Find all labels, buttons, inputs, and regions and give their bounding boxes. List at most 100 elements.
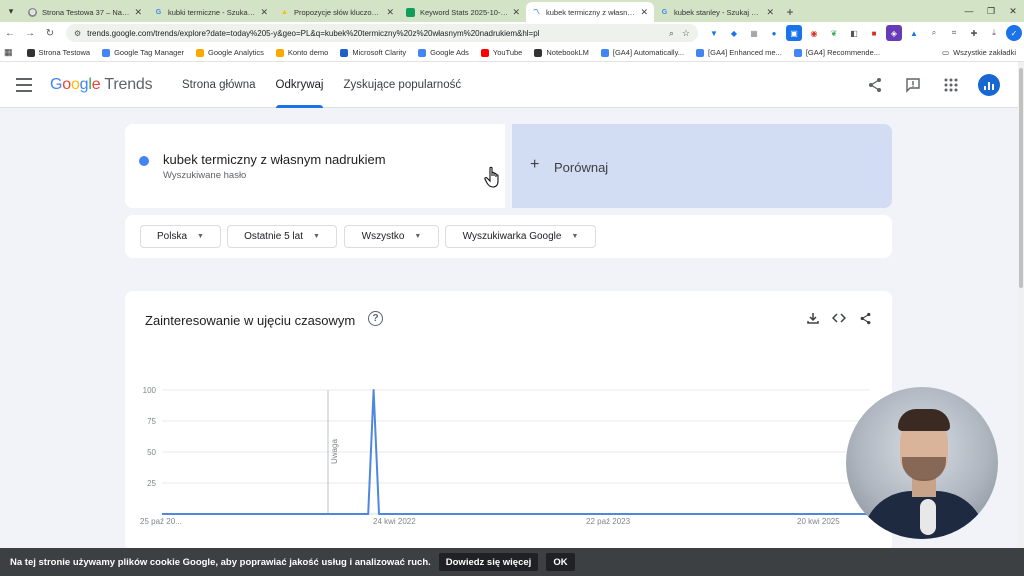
google-icon xyxy=(793,48,802,57)
close-tab-icon[interactable]: ✕ xyxy=(766,7,774,18)
google-icon xyxy=(600,48,609,57)
ok-button[interactable]: OK xyxy=(546,553,575,571)
apps-grid-icon[interactable] xyxy=(940,74,962,96)
caret-down-icon: ▼ xyxy=(414,233,422,240)
close-tab-icon[interactable]: ✕ xyxy=(640,7,648,18)
bookmark-item[interactable]: [GA4] Enhanced me... xyxy=(696,48,782,57)
microphone-icon xyxy=(920,499,936,535)
google-trends-logo[interactable]: Google Trends xyxy=(50,76,153,94)
purple-extension-icon[interactable]: ◈ xyxy=(886,25,902,41)
browser-tab-strip: ▾ ◍ Strona Testowa 37 – Na tej stro ✕ G … xyxy=(0,0,1024,22)
drop-extension-icon[interactable]: ● xyxy=(766,25,782,41)
reload-icon[interactable]: ↻ xyxy=(40,23,60,43)
browser-tab[interactable]: ◍ Strona Testowa 37 – Na tej stro ✕ xyxy=(22,2,148,22)
search-term-card[interactable]: kubek termiczny z własnym nadrukiem Wysz… xyxy=(125,124,505,208)
crop-extension-icon[interactable]: ⌗ xyxy=(946,25,962,41)
camera-extension-icon[interactable]: ◧ xyxy=(846,25,862,41)
x-tick-label: 24 kwi 2022 xyxy=(373,517,416,526)
bookmark-item[interactable]: [GA4] Automatically... xyxy=(600,48,684,57)
feedback-icon[interactable] xyxy=(902,74,924,96)
interest-over-time-card: Zainteresowanie w ujęciu czasowym ? 25 50… xyxy=(125,291,892,551)
compare-button[interactable]: + Porównaj xyxy=(512,124,892,208)
bookmark-item[interactable]: Google Ads xyxy=(418,48,469,57)
stop-extension-icon[interactable]: ■ xyxy=(866,25,882,41)
filter-category[interactable]: Wszystko ▼ xyxy=(344,225,439,248)
account-avatar[interactable] xyxy=(978,74,1000,96)
new-tab-plus-icon[interactable]: + xyxy=(780,2,800,22)
browser-tab[interactable]: Keyword Stats 2025-10-30 at 0 ✕ xyxy=(400,2,526,22)
x-tick-label: 22 paź 2023 xyxy=(586,517,631,526)
x-tick-label: 20 kwi 2025 xyxy=(797,517,840,526)
window-controls: — ❐ ✕ xyxy=(958,0,1024,22)
close-tab-icon[interactable]: ✕ xyxy=(260,7,268,18)
sheets-icon xyxy=(406,7,415,17)
url-text: trends.google.com/trends/explore?date=to… xyxy=(87,28,540,38)
filter-location[interactable]: Polska ▼ xyxy=(140,225,221,248)
globe-icon: ◍ xyxy=(28,7,37,17)
all-bookmarks-folder[interactable]: ▭ Wszystkie zakładki xyxy=(942,48,1016,57)
address-bar[interactable]: ⚙ trends.google.com/trends/explore?date=… xyxy=(66,24,698,42)
download-icon[interactable]: ⤓ xyxy=(986,25,1002,41)
search-term-text: kubek termiczny z własnym nadrukiem xyxy=(163,152,386,167)
bookmark-item[interactable]: YouTube xyxy=(480,48,522,57)
learn-more-button[interactable]: Dowiedz się więcej xyxy=(438,553,539,571)
trends-header: Google Trends Strona główna Odkrywaj Zysk… xyxy=(0,62,1018,108)
compare-label: Porównaj xyxy=(554,160,609,175)
bookmark-item[interactable]: [GA4] Recommende... xyxy=(793,48,880,57)
close-tab-icon[interactable]: ✕ xyxy=(386,7,394,18)
scrollbar-thumb[interactable] xyxy=(1019,68,1023,288)
close-window-icon[interactable]: ✕ xyxy=(1002,0,1024,22)
bookmark-favicon-icon xyxy=(534,48,543,57)
site-info-icon[interactable]: ⚙ xyxy=(74,29,81,38)
restore-icon[interactable]: ❐ xyxy=(980,0,1002,22)
bookmark-item[interactable]: Google Tag Manager xyxy=(102,48,184,57)
triangle-extension-icon[interactable]: ▲ xyxy=(906,25,922,41)
browser-tab[interactable]: G kubek stanley - Szukaj w Googl ✕ xyxy=(654,2,780,22)
bookmark-item[interactable]: Strona Testowa xyxy=(26,48,90,57)
puzzle-extensions-icon[interactable]: ✚ xyxy=(966,25,982,41)
search-term-type: Wyszukiwane hasło xyxy=(163,170,247,181)
youtube-icon xyxy=(480,48,489,57)
bookmark-item[interactable]: Konto demo xyxy=(275,48,328,57)
nav-tab-trending[interactable]: Zyskujące popularność xyxy=(333,62,471,108)
folder-icon: ▭ xyxy=(941,48,950,57)
record-extension-icon[interactable]: ◉ xyxy=(806,25,822,41)
nav-tab-explore[interactable]: Odkrywaj xyxy=(266,62,334,108)
share-icon[interactable] xyxy=(864,74,886,96)
grid-extension-icon[interactable]: ▦ xyxy=(746,25,762,41)
filter-time-range[interactable]: Ostatnie 5 lat ▼ xyxy=(227,225,337,248)
leaf-extension-icon[interactable]: ❦ xyxy=(826,25,842,41)
filter-search-type[interactable]: Wyszukiwarka Google ▼ xyxy=(445,225,596,248)
forward-arrow-icon[interactable]: → xyxy=(20,23,40,43)
filter-extension-icon[interactable]: ▼ xyxy=(706,25,722,41)
hamburger-menu-icon[interactable] xyxy=(16,78,32,92)
tab-search-chevron-icon[interactable]: ▾ xyxy=(0,0,22,22)
browser-tab-active[interactable]: 〽 kubek termiczny z własnym nad ✕ xyxy=(526,2,654,22)
nav-tab-home[interactable]: Strona główna xyxy=(172,62,266,108)
minimize-icon[interactable]: — xyxy=(958,0,980,22)
webcam-presenter xyxy=(846,387,998,539)
back-arrow-icon[interactable]: ← xyxy=(0,23,20,43)
close-tab-icon[interactable]: ✕ xyxy=(512,7,520,18)
ads-extension-icon[interactable]: ▣ xyxy=(786,25,802,41)
profile-icon[interactable]: ✓ xyxy=(1006,25,1022,41)
bookmark-item[interactable]: Microsoft Clarity xyxy=(340,48,406,57)
series-color-dot xyxy=(139,156,149,166)
bookmark-star-icon[interactable]: ☆ xyxy=(682,28,690,39)
page-scrollbar[interactable] xyxy=(1018,62,1024,548)
browser-toolbar: ← → ↻ ⚙ trends.google.com/trends/explore… xyxy=(0,22,1024,44)
header-actions xyxy=(864,74,1000,96)
cookie-consent-bar: Na tej stronie używamy plików cookie Goo… xyxy=(0,548,1024,576)
google-icon: G xyxy=(661,8,668,16)
browser-tab[interactable]: ▲ Propozycje słów kluczowych - K ✕ xyxy=(274,2,400,22)
bookmark-item[interactable]: Google Analytics xyxy=(196,48,264,57)
browser-tab[interactable]: G kubki termiczne - Szukaj w Goo ✕ xyxy=(148,2,274,22)
bookmark-item[interactable]: NotebookLM xyxy=(534,48,589,57)
close-tab-icon[interactable]: ✕ xyxy=(134,7,142,18)
tag-extension-icon[interactable]: ◆ xyxy=(726,25,742,41)
lens-extension-icon[interactable]: ⌕ xyxy=(926,25,942,41)
apps-grid-icon[interactable]: ▦ xyxy=(4,47,13,58)
caret-down-icon: ▼ xyxy=(197,233,204,240)
zoom-icon[interactable]: ⌕ xyxy=(669,28,674,39)
interest-line-chart: 25 50 75 100 25 paź 20... 24 kwi 2022 22 paź … xyxy=(140,386,870,526)
